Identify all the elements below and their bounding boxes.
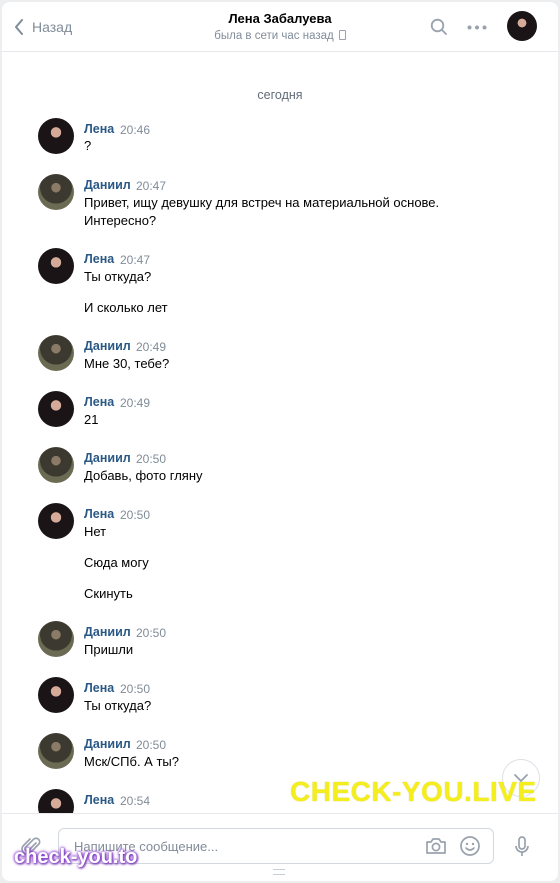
avatar[interactable] xyxy=(38,174,74,210)
message-text: Мск/СПб. А ты? xyxy=(84,754,179,769)
message-text: ? xyxy=(84,138,92,153)
watermark-large: CHECK-YOU.LIVE xyxy=(290,776,537,807)
online-status-text: была в сети час назад xyxy=(214,30,334,42)
mic-icon[interactable] xyxy=(514,836,530,858)
message-time: 20:54 xyxy=(120,794,151,808)
online-status: была в сети час назад xyxy=(2,30,558,42)
phone-icon xyxy=(338,30,346,40)
date-divider: сегодня xyxy=(257,88,303,102)
avatar[interactable] xyxy=(38,503,74,539)
message-text: Скинуть xyxy=(84,586,133,601)
more-icon[interactable] xyxy=(467,25,487,30)
message-text: Мне 30, тебе? xyxy=(84,356,170,371)
message-author[interactable]: Даниил xyxy=(84,737,131,751)
message-text: Пришли xyxy=(84,642,134,657)
message-author[interactable]: Даниил xyxy=(84,451,131,465)
avatar[interactable] xyxy=(38,391,74,427)
message-text: Ты откуда? xyxy=(84,698,152,713)
message-author[interactable]: Лена xyxy=(84,793,114,807)
smile-icon[interactable] xyxy=(459,835,481,857)
watermark-small: check-you.to xyxy=(14,846,138,868)
message-text: Интересно? xyxy=(84,213,157,228)
contact-name[interactable]: Лена Забалуева xyxy=(2,11,558,26)
message-author[interactable]: Лена xyxy=(84,122,114,136)
avatar[interactable] xyxy=(38,335,74,371)
avatar[interactable] xyxy=(38,118,74,154)
message-text: Нет xyxy=(84,524,107,539)
message-time: 20:50 xyxy=(136,738,167,752)
chat-header: Назад Лена Забалуева была в сети час наз… xyxy=(2,2,558,52)
message-time: 20:50 xyxy=(136,626,167,640)
message-time: 20:49 xyxy=(120,396,151,410)
avatar[interactable] xyxy=(38,733,74,769)
message-author[interactable]: Даниил xyxy=(84,625,131,639)
chat-window: Назад Лена Забалуева была в сети час наз… xyxy=(2,2,558,881)
message-text: 21 xyxy=(84,412,99,427)
message-time: 20:49 xyxy=(136,340,167,354)
avatar[interactable] xyxy=(38,677,74,713)
resize-handle[interactable] xyxy=(273,869,285,875)
message-author[interactable]: Лена xyxy=(84,681,114,695)
message-author[interactable]: Даниил xyxy=(84,178,131,192)
message-time: 20:50 xyxy=(136,452,167,466)
message-time: 20:47 xyxy=(120,253,151,267)
camera-icon[interactable] xyxy=(425,836,447,856)
contact-avatar[interactable] xyxy=(507,11,537,41)
message-text: И сколько лет xyxy=(84,300,168,315)
message-text: Сюда могу xyxy=(84,555,149,570)
message-text: Добавь, фото гляну xyxy=(84,468,203,483)
message-text: Привет, ищу девушку для встреч на матери… xyxy=(84,195,440,210)
avatar[interactable] xyxy=(38,248,74,284)
message-author[interactable]: Лена xyxy=(84,395,114,409)
message-author[interactable]: Лена xyxy=(84,507,114,521)
message-time: 20:50 xyxy=(120,508,151,522)
message-time: 20:47 xyxy=(136,179,167,193)
search-icon[interactable] xyxy=(430,18,448,36)
message-time: 20:50 xyxy=(120,682,151,696)
message-author[interactable]: Даниил xyxy=(84,339,131,353)
avatar[interactable] xyxy=(38,447,74,483)
message-text: Ты откуда? xyxy=(84,269,152,284)
message-time: 20:46 xyxy=(120,123,151,137)
avatar[interactable] xyxy=(38,621,74,657)
message-author[interactable]: Лена xyxy=(84,252,114,266)
